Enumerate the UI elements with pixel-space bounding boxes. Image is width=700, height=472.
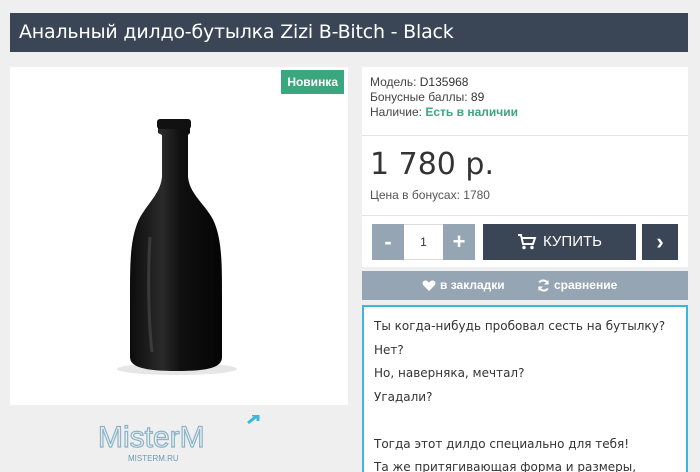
buy-button[interactable]: КУПИТЬ <box>483 224 636 260</box>
cart-icon <box>517 234 537 250</box>
bonus-value: 89 <box>470 90 485 104</box>
description-line: Ты когда-нибудь пробовал сесть на бутылк… <box>374 319 666 333</box>
new-badge: Новинка <box>281 70 344 94</box>
watermark-brand: MisterM <box>98 421 205 454</box>
buy-button-label: КУПИТЬ <box>542 233 602 250</box>
divider <box>362 135 688 136</box>
watermark-url: MISTERM.RU <box>128 454 179 463</box>
stock-label: Наличие: <box>370 105 423 119</box>
product-title: Анальный дилдо-бутылка Zizi B-Bitch - Bl… <box>10 13 688 52</box>
bonus-label: Бонусные баллы: <box>370 90 468 104</box>
description-line: Та же притягивающая форма и размеры, <box>374 460 637 472</box>
watermark-logo: MisterM MISTERM.RU <box>98 415 260 463</box>
heart-icon <box>422 280 436 291</box>
wishlist-label: в закладки <box>440 278 505 292</box>
product-description: Ты когда-нибудь пробовал сесть на бутылк… <box>362 305 688 472</box>
quantity-plus-button[interactable]: + <box>443 224 475 260</box>
description-line: Тогда этот дилдо специально для тебя! <box>374 436 630 451</box>
product-image[interactable]: Новинка MisterM MISTERM.RU <box>10 67 348 463</box>
compare-button[interactable]: сравнение <box>537 271 617 300</box>
description-line: Угадали? <box>374 389 433 404</box>
stock-value: Есть в наличии <box>425 105 518 119</box>
product-info: Модель: D135968 Бонусные баллы: 89 Налич… <box>362 67 688 267</box>
description-line: Но, наверняка, мечтал? <box>374 366 525 380</box>
description-line: Нет? <box>374 342 404 357</box>
model-value: D135968 <box>419 75 469 89</box>
divider <box>362 215 688 216</box>
compare-label: сравнение <box>554 278 618 292</box>
actions-bar: в закладки сравнение <box>362 271 688 300</box>
quantity-minus-button[interactable]: - <box>372 224 404 260</box>
description-line <box>374 409 676 433</box>
price: 1 780 р. <box>370 147 494 182</box>
next-button[interactable]: › <box>642 224 678 260</box>
bonus-price: Цена в бонусах: 1780 <box>370 188 490 202</box>
model-label: Модель: <box>370 75 417 89</box>
quantity-input[interactable]: 1 <box>404 224 443 260</box>
bottle-image <box>117 119 237 375</box>
wishlist-button[interactable]: в закладки <box>422 271 505 300</box>
refresh-icon <box>538 279 549 292</box>
